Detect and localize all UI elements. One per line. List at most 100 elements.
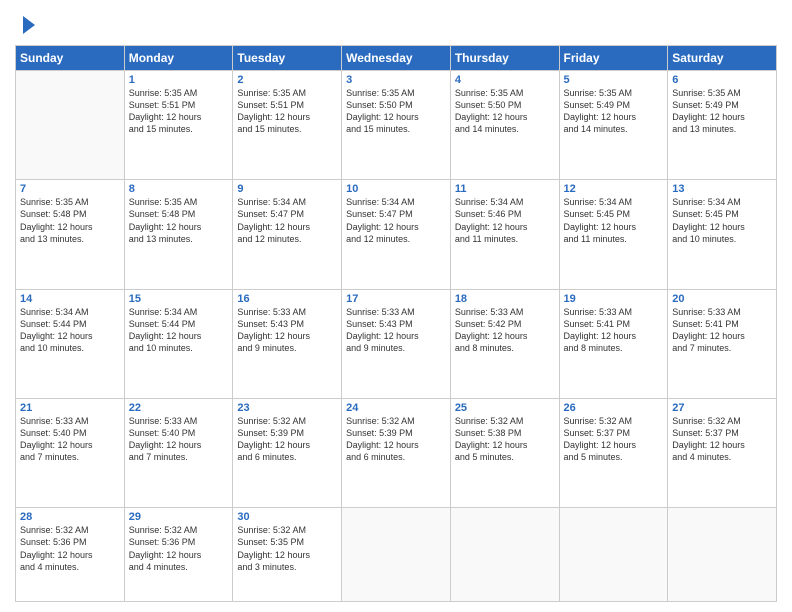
table-row [450,508,559,602]
table-row: 6Sunrise: 5:35 AM Sunset: 5:49 PM Daylig… [668,71,777,180]
day-info: Sunrise: 5:34 AM Sunset: 5:44 PM Dayligh… [129,306,229,355]
table-row: 10Sunrise: 5:34 AM Sunset: 5:47 PM Dayli… [342,180,451,289]
calendar-table: Sunday Monday Tuesday Wednesday Thursday… [15,45,777,602]
day-info: Sunrise: 5:34 AM Sunset: 5:47 PM Dayligh… [237,196,337,245]
day-number: 11 [455,183,555,195]
day-number: 8 [129,183,229,195]
header-tuesday: Tuesday [233,46,342,71]
day-number: 6 [672,74,772,86]
day-info: Sunrise: 5:33 AM Sunset: 5:41 PM Dayligh… [564,306,664,355]
day-info: Sunrise: 5:34 AM Sunset: 5:44 PM Dayligh… [20,306,120,355]
day-number: 21 [20,402,120,414]
day-number: 27 [672,402,772,414]
day-number: 26 [564,402,664,414]
header-saturday: Saturday [668,46,777,71]
day-number: 2 [237,74,337,86]
weekday-header-row: Sunday Monday Tuesday Wednesday Thursday… [16,46,777,71]
table-row: 9Sunrise: 5:34 AM Sunset: 5:47 PM Daylig… [233,180,342,289]
table-row: 22Sunrise: 5:33 AM Sunset: 5:40 PM Dayli… [124,398,233,507]
table-row [668,508,777,602]
day-number: 30 [237,511,337,523]
table-row: 20Sunrise: 5:33 AM Sunset: 5:41 PM Dayli… [668,289,777,398]
day-info: Sunrise: 5:33 AM Sunset: 5:43 PM Dayligh… [346,306,446,355]
day-number: 19 [564,293,664,305]
table-row: 5Sunrise: 5:35 AM Sunset: 5:49 PM Daylig… [559,71,668,180]
day-number: 4 [455,74,555,86]
day-info: Sunrise: 5:32 AM Sunset: 5:38 PM Dayligh… [455,415,555,464]
table-row: 25Sunrise: 5:32 AM Sunset: 5:38 PM Dayli… [450,398,559,507]
day-info: Sunrise: 5:35 AM Sunset: 5:51 PM Dayligh… [129,87,229,136]
header-friday: Friday [559,46,668,71]
day-number: 7 [20,183,120,195]
header [15,10,777,36]
day-info: Sunrise: 5:34 AM Sunset: 5:45 PM Dayligh… [672,196,772,245]
day-info: Sunrise: 5:35 AM Sunset: 5:51 PM Dayligh… [237,87,337,136]
day-info: Sunrise: 5:32 AM Sunset: 5:39 PM Dayligh… [346,415,446,464]
day-number: 14 [20,293,120,305]
table-row: 4Sunrise: 5:35 AM Sunset: 5:50 PM Daylig… [450,71,559,180]
table-row: 17Sunrise: 5:33 AM Sunset: 5:43 PM Dayli… [342,289,451,398]
table-row: 30Sunrise: 5:32 AM Sunset: 5:35 PM Dayli… [233,508,342,602]
table-row [342,508,451,602]
day-number: 22 [129,402,229,414]
day-info: Sunrise: 5:33 AM Sunset: 5:42 PM Dayligh… [455,306,555,355]
table-row: 3Sunrise: 5:35 AM Sunset: 5:50 PM Daylig… [342,71,451,180]
day-info: Sunrise: 5:32 AM Sunset: 5:35 PM Dayligh… [237,524,337,573]
day-info: Sunrise: 5:32 AM Sunset: 5:39 PM Dayligh… [237,415,337,464]
day-number: 16 [237,293,337,305]
day-info: Sunrise: 5:32 AM Sunset: 5:36 PM Dayligh… [129,524,229,573]
table-row: 15Sunrise: 5:34 AM Sunset: 5:44 PM Dayli… [124,289,233,398]
day-info: Sunrise: 5:32 AM Sunset: 5:37 PM Dayligh… [564,415,664,464]
day-info: Sunrise: 5:34 AM Sunset: 5:45 PM Dayligh… [564,196,664,245]
table-row: 7Sunrise: 5:35 AM Sunset: 5:48 PM Daylig… [16,180,125,289]
day-number: 23 [237,402,337,414]
table-row: 27Sunrise: 5:32 AM Sunset: 5:37 PM Dayli… [668,398,777,507]
table-row: 11Sunrise: 5:34 AM Sunset: 5:46 PM Dayli… [450,180,559,289]
table-row [16,71,125,180]
table-row: 12Sunrise: 5:34 AM Sunset: 5:45 PM Dayli… [559,180,668,289]
day-info: Sunrise: 5:35 AM Sunset: 5:49 PM Dayligh… [564,87,664,136]
table-row: 18Sunrise: 5:33 AM Sunset: 5:42 PM Dayli… [450,289,559,398]
day-number: 10 [346,183,446,195]
day-info: Sunrise: 5:34 AM Sunset: 5:46 PM Dayligh… [455,196,555,245]
day-number: 1 [129,74,229,86]
day-number: 5 [564,74,664,86]
header-sunday: Sunday [16,46,125,71]
day-number: 29 [129,511,229,523]
day-info: Sunrise: 5:35 AM Sunset: 5:50 PM Dayligh… [346,87,446,136]
table-row: 14Sunrise: 5:34 AM Sunset: 5:44 PM Dayli… [16,289,125,398]
table-row: 13Sunrise: 5:34 AM Sunset: 5:45 PM Dayli… [668,180,777,289]
table-row: 28Sunrise: 5:32 AM Sunset: 5:36 PM Dayli… [16,508,125,602]
day-info: Sunrise: 5:32 AM Sunset: 5:36 PM Dayligh… [20,524,120,573]
day-info: Sunrise: 5:33 AM Sunset: 5:41 PM Dayligh… [672,306,772,355]
day-info: Sunrise: 5:35 AM Sunset: 5:50 PM Dayligh… [455,87,555,136]
day-info: Sunrise: 5:33 AM Sunset: 5:40 PM Dayligh… [20,415,120,464]
day-number: 9 [237,183,337,195]
table-row [559,508,668,602]
table-row: 8Sunrise: 5:35 AM Sunset: 5:48 PM Daylig… [124,180,233,289]
page: Sunday Monday Tuesday Wednesday Thursday… [0,0,792,612]
day-number: 15 [129,293,229,305]
day-number: 18 [455,293,555,305]
day-info: Sunrise: 5:35 AM Sunset: 5:48 PM Dayligh… [129,196,229,245]
logo [15,14,39,36]
day-number: 12 [564,183,664,195]
header-wednesday: Wednesday [342,46,451,71]
day-info: Sunrise: 5:35 AM Sunset: 5:48 PM Dayligh… [20,196,120,245]
table-row: 29Sunrise: 5:32 AM Sunset: 5:36 PM Dayli… [124,508,233,602]
table-row: 1Sunrise: 5:35 AM Sunset: 5:51 PM Daylig… [124,71,233,180]
day-number: 13 [672,183,772,195]
day-number: 17 [346,293,446,305]
day-number: 28 [20,511,120,523]
day-info: Sunrise: 5:34 AM Sunset: 5:47 PM Dayligh… [346,196,446,245]
day-number: 24 [346,402,446,414]
day-number: 25 [455,402,555,414]
logo-icon [17,14,39,36]
header-monday: Monday [124,46,233,71]
day-info: Sunrise: 5:32 AM Sunset: 5:37 PM Dayligh… [672,415,772,464]
table-row: 24Sunrise: 5:32 AM Sunset: 5:39 PM Dayli… [342,398,451,507]
day-number: 3 [346,74,446,86]
header-thursday: Thursday [450,46,559,71]
day-info: Sunrise: 5:33 AM Sunset: 5:40 PM Dayligh… [129,415,229,464]
table-row: 19Sunrise: 5:33 AM Sunset: 5:41 PM Dayli… [559,289,668,398]
